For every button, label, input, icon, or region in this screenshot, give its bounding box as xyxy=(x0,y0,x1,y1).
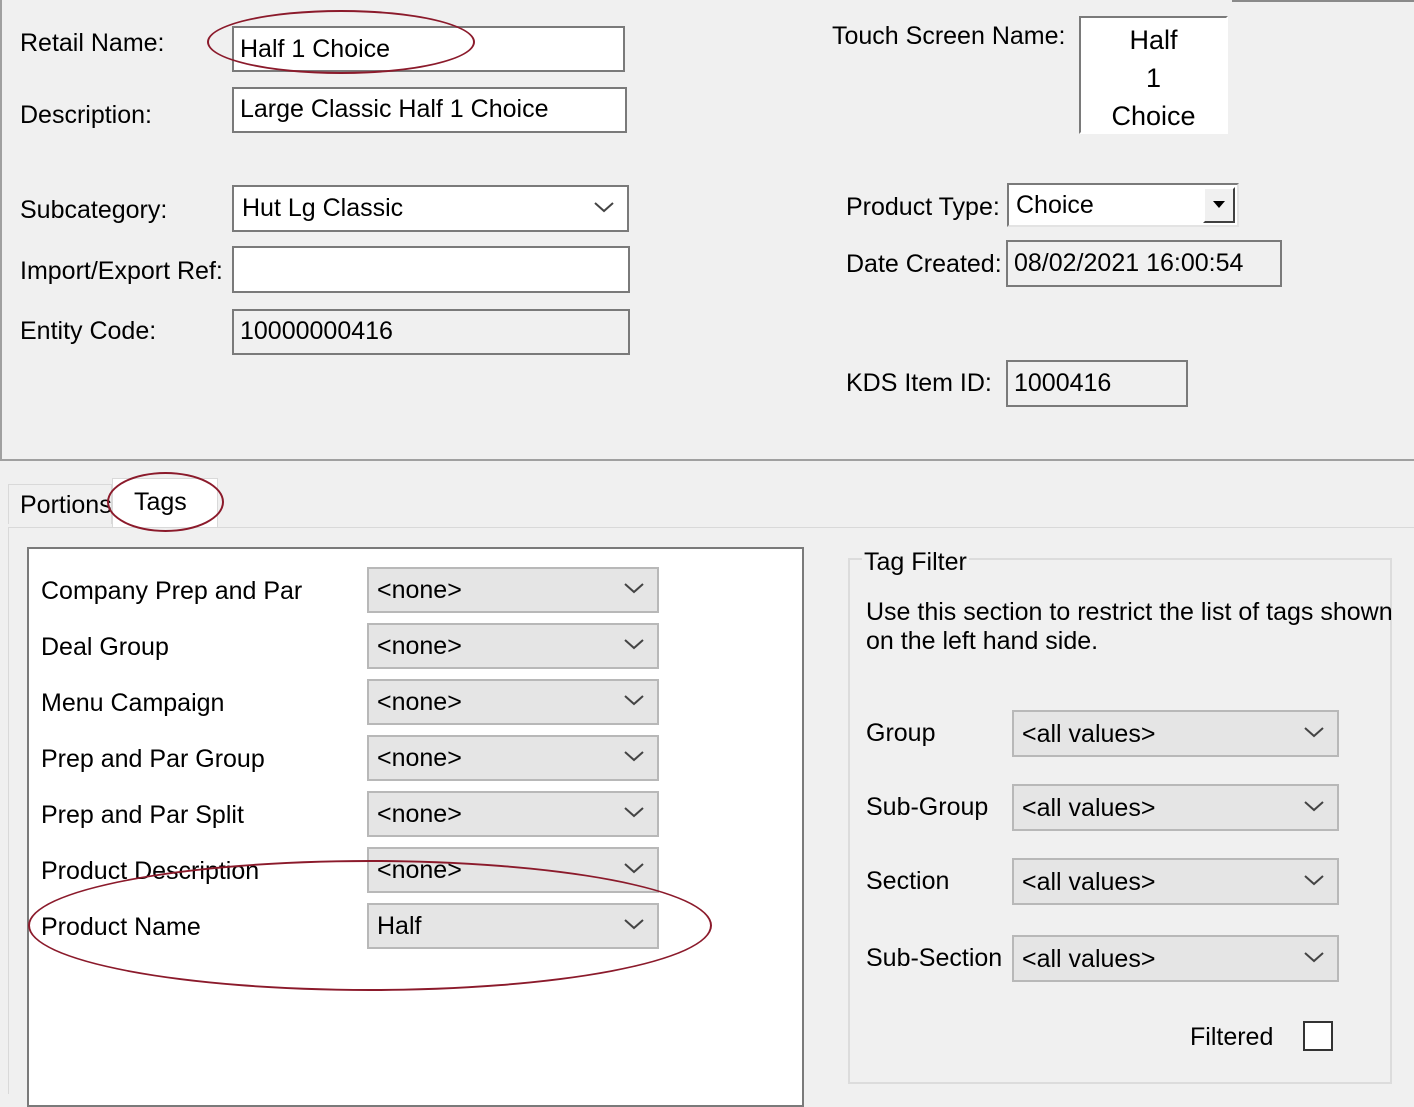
tag-value: <none> xyxy=(377,688,462,716)
kds-item-id-label: KDS Item ID: xyxy=(846,369,992,397)
tab-tags-label: Tags xyxy=(134,488,187,516)
chevron-down-icon xyxy=(623,749,645,763)
tags-list-panel: Company Prep and Par <none> Deal Group <non… xyxy=(27,547,804,1107)
filtered-checkbox[interactable] xyxy=(1303,1021,1333,1051)
tag-value-dropdown[interactable]: <none> xyxy=(367,623,659,669)
import-export-label: Import/Export Ref: xyxy=(20,257,223,285)
tag-filter-title: Tag Filter xyxy=(862,546,969,578)
kds-item-id-field: 1000416 xyxy=(1006,360,1188,407)
tag-label: Company Prep and Par xyxy=(41,577,303,605)
subcategory-value: Hut Lg Classic xyxy=(242,194,404,222)
filtered-label: Filtered xyxy=(1190,1023,1274,1051)
tag-value-dropdown[interactable]: <none> xyxy=(367,847,659,893)
chevron-down-icon xyxy=(1303,873,1325,887)
chevron-down-icon xyxy=(623,637,645,651)
filter-label: Sub-Section xyxy=(866,944,1003,972)
tag-filter-help-line2: on the left hand side. xyxy=(866,627,1099,655)
tag-label: Product Description xyxy=(41,857,260,885)
product-type-label: Product Type: xyxy=(846,193,1000,221)
description-label: Description: xyxy=(20,101,152,129)
entity-code-label: Entity Code: xyxy=(20,317,157,345)
filter-label: Group xyxy=(866,719,936,747)
touch-screen-name-label: Touch Screen Name: xyxy=(832,22,1066,50)
tag-label: Product Name xyxy=(41,913,201,941)
tag-value-dropdown[interactable]: <none> xyxy=(367,567,659,613)
filter-dropdown[interactable]: <all values> xyxy=(1012,784,1339,831)
import-export-input[interactable] xyxy=(232,246,630,293)
tag-label: Menu Campaign xyxy=(41,689,225,717)
tag-value: Half xyxy=(377,912,422,940)
chevron-down-icon xyxy=(1303,950,1325,964)
retail-name-input[interactable]: Half 1 Choice xyxy=(232,26,625,72)
tab-portions[interactable]: Portions xyxy=(8,484,112,524)
tag-value-dropdown[interactable]: <none> xyxy=(367,735,659,781)
touch-screen-line: 1 xyxy=(1145,63,1162,93)
description-input[interactable]: Large Classic Half 1 Choice xyxy=(232,87,627,133)
tag-value: <none> xyxy=(377,744,462,772)
tag-value: <none> xyxy=(377,632,462,660)
retail-name-label: Retail Name: xyxy=(20,29,165,57)
tab-portions-label: Portions xyxy=(20,491,112,519)
tag-label: Prep and Par Group xyxy=(41,745,265,773)
touch-screen-line: Half xyxy=(1129,25,1178,55)
product-type-dropdown[interactable]: Choice xyxy=(1007,183,1239,227)
chevron-down-icon xyxy=(1303,799,1325,813)
filter-label: Sub-Group xyxy=(866,793,989,821)
tag-filter-help-line1: Use this section to restrict the list of… xyxy=(866,598,1393,626)
section-divider xyxy=(0,459,1414,461)
tag-label: Deal Group xyxy=(41,633,169,661)
filter-value: <all values> xyxy=(1022,720,1156,748)
subcategory-label: Subcategory: xyxy=(20,196,168,224)
tag-value-dropdown[interactable]: Half xyxy=(367,903,659,949)
date-created-field: 08/02/2021 16:00:54 xyxy=(1006,240,1282,287)
filter-value: <all values> xyxy=(1022,794,1156,822)
dropdown-arrow-button[interactable] xyxy=(1203,187,1235,223)
tag-label: Prep and Par Split xyxy=(41,801,244,829)
chevron-down-icon xyxy=(623,917,645,931)
filter-dropdown[interactable]: <all values> xyxy=(1012,858,1339,905)
tab-tags[interactable]: Tags xyxy=(112,478,218,528)
entity-code-field: 10000000416 xyxy=(232,309,630,355)
chevron-down-icon xyxy=(593,200,615,214)
tag-value: <none> xyxy=(377,800,462,828)
chevron-down-icon xyxy=(1303,725,1325,739)
tag-value: <none> xyxy=(377,856,462,884)
product-type-value: Choice xyxy=(1016,191,1094,219)
subcategory-dropdown[interactable]: Hut Lg Classic xyxy=(232,185,629,232)
date-created-label: Date Created: xyxy=(846,250,1002,278)
chevron-down-icon xyxy=(623,861,645,875)
chevron-down-icon xyxy=(623,805,645,819)
tag-value-dropdown[interactable]: <none> xyxy=(367,679,659,725)
filter-dropdown[interactable]: <all values> xyxy=(1012,935,1339,982)
chevron-down-icon xyxy=(623,581,645,595)
tag-value-dropdown[interactable]: <none> xyxy=(367,791,659,837)
top-right-border xyxy=(1232,0,1414,2)
touch-screen-line: Choice xyxy=(1111,101,1196,131)
filter-label: Section xyxy=(866,867,950,895)
caret-down-icon xyxy=(1213,201,1225,208)
tag-value: <none> xyxy=(377,576,462,604)
filter-dropdown[interactable]: <all values> xyxy=(1012,710,1339,757)
filter-value: <all values> xyxy=(1022,945,1156,973)
chevron-down-icon xyxy=(623,693,645,707)
filter-value: <all values> xyxy=(1022,868,1156,896)
left-border xyxy=(0,0,2,460)
touch-screen-name-box[interactable]: Half 1 Choice xyxy=(1079,16,1228,134)
